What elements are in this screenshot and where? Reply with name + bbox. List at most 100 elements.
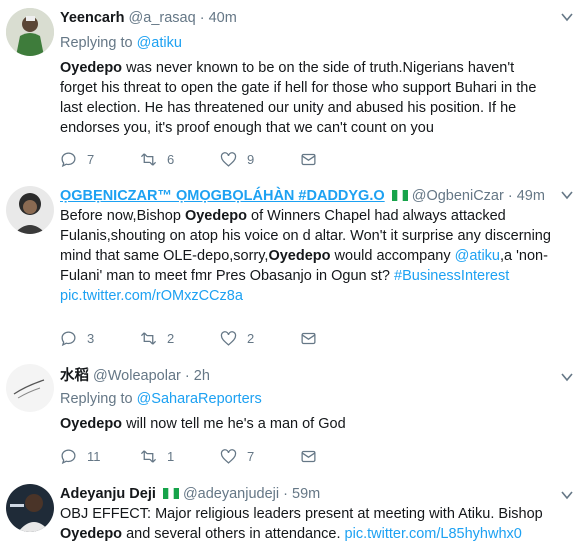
tweet-header: Adeyanju Deji @adeyanjudeji · 59m (60, 484, 555, 504)
replying-to-label: Replying to (60, 391, 133, 407)
chevron-down-icon[interactable] (561, 372, 573, 382)
tweet-body: will now tell me he's a man of God (122, 416, 346, 432)
heart-icon (220, 448, 237, 464)
separator-dot: · (507, 188, 513, 204)
tweet-text: Before now,Bishop Oyedepo of Winners Cha… (60, 206, 555, 306)
mention-link[interactable]: @atiku (137, 35, 182, 51)
tweet-feed: Yeencarh @a_rasaq · 40m Replying to @ati… (0, 0, 583, 552)
direct-message-button[interactable] (300, 151, 340, 168)
like-button[interactable]: 9 (220, 151, 300, 168)
display-name[interactable]: 水稻 (60, 368, 89, 384)
separator-dot: · (184, 368, 190, 384)
replying-to: Replying to @SaharaReporters (60, 389, 555, 409)
like-count: 9 (247, 151, 255, 167)
direct-message-button[interactable] (300, 448, 340, 465)
like-button[interactable]: 2 (220, 330, 300, 347)
timestamp[interactable]: 40m (209, 10, 237, 26)
tweet[interactable]: 水稻 @Woleapolar · 2h Replying to @SaharaR… (0, 356, 583, 475)
hashtag-link[interactable]: #BusinessInterest (394, 268, 509, 284)
tweet-body: Before now,Bishop (60, 208, 185, 224)
heart-icon (220, 151, 237, 167)
display-name[interactable]: Yeencarh (60, 10, 125, 26)
tweet-text: Oyedepo will now tell me he's a man of G… (60, 414, 555, 434)
avatar[interactable] (6, 484, 54, 532)
avatar-photo-icon (6, 8, 54, 56)
retweet-count: 6 (167, 151, 175, 167)
reply-icon (61, 448, 76, 464)
tweet-body: and several others in attendance. (122, 526, 345, 542)
heart-icon (220, 330, 237, 346)
retweet-icon (140, 152, 157, 166)
keyword-highlight: Oyedepo (60, 526, 123, 542)
separator-dot: · (283, 486, 288, 502)
user-handle[interactable]: @adeyanjudeji (183, 486, 279, 502)
timestamp[interactable]: 2h (194, 368, 210, 384)
tweet-text: Oyedepo was never known to be on the sid… (60, 58, 555, 138)
tweet-actions: 7 6 9 (60, 149, 340, 169)
tweet[interactable]: Adeyanju Deji @adeyanjudeji · 59m OBJ EF… (0, 474, 583, 552)
media-link[interactable]: pic.twitter.com/L85hyhwhx0 (345, 526, 522, 542)
retweet-button[interactable]: 1 (140, 448, 220, 465)
tweet-body: would accompany (330, 248, 455, 264)
replying-to-label: Replying to (60, 35, 133, 51)
reply-count: 3 (87, 330, 95, 346)
user-handle[interactable]: @OgbeniCzar (412, 188, 504, 204)
retweet-icon (140, 331, 157, 345)
tweet[interactable]: ỌGBẸNICZAR™ ỌMỌGBỌLÁHÀN #DADDYG.O @Ogben… (0, 178, 583, 357)
retweet-icon (140, 449, 157, 463)
keyword-highlight: Oyedepo (184, 208, 247, 224)
tweet-header: 水稻 @Woleapolar · 2h (60, 366, 555, 386)
like-count: 2 (247, 330, 255, 346)
avatar-photo-icon (6, 484, 54, 532)
user-handle[interactable]: @Woleapolar (93, 368, 181, 384)
keyword-highlight: Oyedepo (268, 248, 331, 264)
envelope-icon (301, 450, 316, 462)
keyword-highlight: Oyedepo (60, 60, 123, 76)
replying-to: Replying to @atiku (60, 33, 555, 53)
reply-icon (61, 330, 76, 346)
reply-icon (61, 151, 76, 167)
reply-count: 7 (87, 151, 95, 167)
mention-link[interactable]: @atiku (455, 248, 500, 264)
chevron-down-icon[interactable] (561, 12, 573, 22)
media-link[interactable]: pic.twitter.com/rOMxzCCz8a (60, 288, 243, 304)
avatar[interactable] (6, 186, 54, 234)
retweet-button[interactable]: 6 (140, 151, 220, 168)
like-button[interactable]: 7 (220, 448, 300, 465)
avatar[interactable] (6, 8, 54, 56)
display-name[interactable]: Adeyanju Deji (60, 486, 156, 502)
envelope-icon (301, 153, 316, 165)
tweet-header: Yeencarh @a_rasaq · 40m (60, 8, 555, 28)
mention-link[interactable]: @SaharaReporters (137, 391, 262, 407)
tweet[interactable]: Yeencarh @a_rasaq · 40m Replying to @ati… (0, 0, 583, 179)
like-count: 7 (247, 448, 255, 464)
keyword-highlight: Oyedepo (60, 416, 123, 432)
chevron-down-icon[interactable] (561, 190, 573, 200)
retweet-button[interactable]: 2 (140, 330, 220, 347)
direct-message-button[interactable] (300, 330, 340, 347)
tweet-text: OBJ EFFECT: Major religious leaders pres… (60, 504, 555, 544)
user-handle[interactable]: @a_rasaq (129, 10, 196, 26)
nigeria-flag-icon (391, 190, 408, 201)
avatar-photo-icon (6, 186, 54, 234)
reply-count: 11 (87, 448, 101, 464)
tweet-body: was never known to be on the side of tru… (60, 60, 537, 136)
timestamp[interactable]: 49m (517, 188, 545, 204)
chevron-down-icon[interactable] (561, 490, 573, 500)
display-name[interactable]: ỌGBẸNICZAR™ ỌMỌGBỌLÁHÀN #DADDYG.O (60, 188, 385, 204)
avatar[interactable] (6, 364, 54, 412)
reply-button[interactable]: 11 (60, 448, 140, 465)
tweet-actions: 3 2 2 (60, 328, 340, 348)
retweet-count: 2 (167, 330, 175, 346)
avatar-photo-icon (6, 364, 54, 412)
retweet-count: 1 (167, 448, 175, 464)
tweet-body: OBJ EFFECT: Major religious leaders pres… (60, 506, 543, 522)
timestamp[interactable]: 59m (292, 486, 320, 502)
nigeria-flag-icon (162, 488, 179, 499)
separator-dot: · (199, 10, 205, 26)
reply-button[interactable]: 7 (60, 151, 140, 168)
envelope-icon (301, 332, 316, 344)
tweet-header: ỌGBẸNICZAR™ ỌMỌGBỌLÁHÀN #DADDYG.O @Ogben… (60, 186, 555, 206)
reply-button[interactable]: 3 (60, 330, 140, 347)
tweet-actions: 11 1 7 (60, 446, 340, 466)
